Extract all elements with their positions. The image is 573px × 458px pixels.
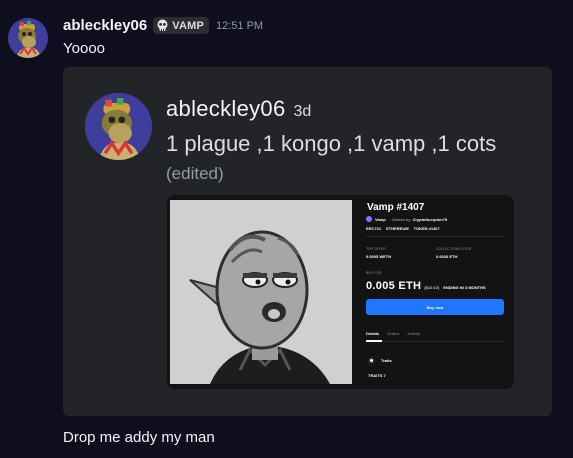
message-embed: ableckley06 3d 1 plague ,1 kongo ,1 vamp… (63, 67, 552, 416)
buy-now-button: Buy now (366, 299, 504, 315)
nft-price: 0.005 ETH (366, 280, 422, 292)
message-header: ableckley06 VAMP 12:51 PM (63, 17, 263, 34)
top-offer-value: 0.0005 WETH (366, 254, 392, 259)
chip: TOKEN #1407 (413, 226, 440, 231)
traits-icon (368, 357, 375, 364)
tab-details: Details (366, 331, 380, 336)
traits-count: TRAITS 7 (368, 373, 386, 378)
nft-tabs: Details Orders Activity (366, 331, 420, 336)
nft-owner-row: Vamp Owned by CryptoScorpion79 (366, 216, 447, 222)
message-text: Yoooo (63, 40, 105, 57)
collection-icon (366, 216, 372, 222)
owned-by-label: Owned by (391, 216, 411, 222)
nft-chips: ERC721 ETHEREUM TOKEN #1407 (366, 226, 440, 231)
embed-author-avatar[interactable] (85, 93, 152, 160)
ape-avatar-art (8, 18, 48, 58)
user-avatar[interactable] (8, 18, 48, 58)
tab-orders: Orders (387, 331, 400, 336)
vamp-character-art (170, 200, 352, 384)
username[interactable]: ableckley06 (63, 17, 147, 34)
embed-author: ableckley06 3d (166, 96, 311, 122)
buy-for-label: BUY FOR (366, 271, 382, 275)
embed-author-name[interactable]: ableckley06 (166, 96, 286, 122)
nft-collection: Vamp (375, 216, 386, 222)
server-tag[interactable]: VAMP (153, 17, 210, 34)
embed-title: 1 plague ,1 kongo ,1 vamp ,1 cots (166, 131, 497, 156)
chip: ERC721 (366, 226, 382, 231)
tab-activity: Activity (407, 331, 421, 336)
tag-label: VAMP (172, 19, 205, 32)
collection-floor-stat: COLLECTION FLOOR 0.0033 ETH (436, 247, 471, 259)
nft-name: Vamp #1407 (367, 202, 425, 213)
nft-screenshot-image[interactable]: Vamp #1407 Vamp Owned by CryptoScorpion7… (167, 195, 514, 389)
ape-avatar-art (85, 93, 152, 160)
nft-owner: CryptoScorpion79 (412, 216, 448, 222)
divider (366, 341, 504, 342)
listing-ending: ENDING IN 3 MONTHS (443, 285, 486, 290)
edited-label: (edited) (166, 164, 224, 183)
nft-price-usd: ($10.10) (424, 285, 440, 290)
nft-detail-panel: Vamp #1407 Vamp Owned by CryptoScorpion7… (355, 195, 514, 389)
nft-artwork (170, 200, 352, 384)
message-text: Drop me addy my man (63, 429, 215, 446)
active-tab-indicator (366, 340, 382, 342)
skull-icon (156, 19, 169, 32)
traits-row: Traits (368, 357, 392, 364)
collection-floor-value: 0.0033 ETH (436, 254, 458, 259)
traits-label: Traits (381, 358, 392, 363)
divider (366, 236, 504, 237)
nft-price-row: 0.005 ETH ($10.10) ENDING IN 3 MONTHS (366, 280, 486, 292)
embed-author-time: 3d (293, 103, 312, 120)
top-offer-label: TOP OFFER (366, 247, 386, 251)
timestamp: 12:51 PM (216, 19, 264, 32)
chip: ETHEREUM (386, 226, 409, 231)
top-offer-stat: TOP OFFER 0.0005 WETH (366, 247, 391, 259)
collection-floor-label: COLLECTION FLOOR (436, 247, 472, 251)
